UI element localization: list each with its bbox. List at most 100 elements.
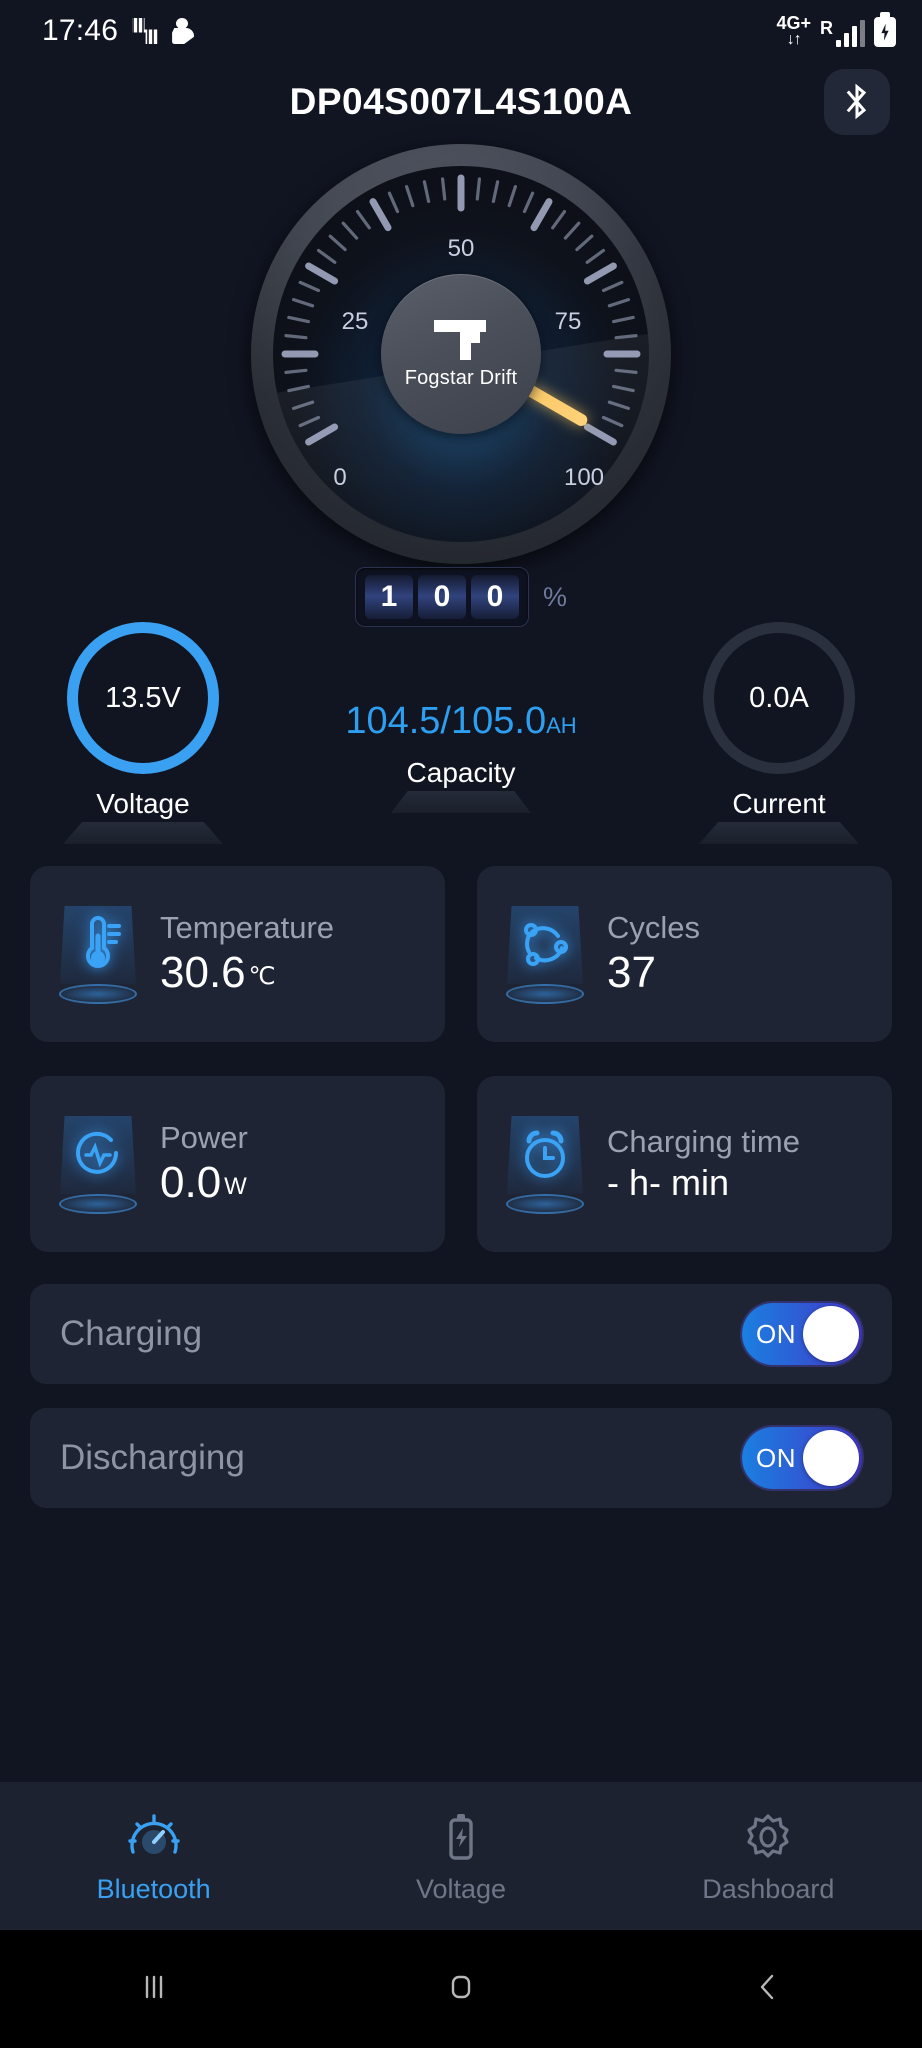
info-cards: Temperature 30.6 ℃ Cycles 37 Power 0.0 W…	[0, 866, 922, 1252]
app-notification-icon	[132, 18, 159, 44]
cycles-icon	[493, 898, 597, 1010]
charging-toggle-knob	[803, 1306, 859, 1362]
gauge-label-75: 75	[554, 308, 582, 335]
switch-list: Charging ON Discharging ON	[0, 1284, 922, 1508]
voltage-ring: 13.5V	[67, 622, 219, 774]
discharging-toggle-state: ON	[756, 1442, 796, 1473]
charging-toggle-state: ON	[756, 1318, 796, 1349]
back-button[interactable]	[615, 1964, 922, 2015]
discharging-toggle-knob	[803, 1430, 859, 1486]
card-title-cycles: Cycles	[607, 910, 701, 945]
charging-row[interactable]: Charging ON	[30, 1284, 892, 1384]
power-value: 0.0	[160, 1158, 222, 1207]
network-type-label: 4G+	[776, 12, 811, 33]
gauge-label-25: 25	[341, 308, 369, 335]
capacity-pedestal	[391, 791, 531, 813]
status-bar-clock: 17:46	[42, 14, 119, 47]
current-pedestal	[699, 822, 859, 844]
recents-button[interactable]	[0, 1964, 307, 2015]
app-screen: 17:46 4G+ ↓↑ R DP04S007L4S100A 0 25 50 7…	[0, 0, 922, 2048]
card-cycles[interactable]: Cycles 37	[477, 866, 892, 1042]
tab-dashboard[interactable]: Dashboard	[615, 1808, 922, 1905]
current-label: Current	[732, 788, 826, 819]
odometer-digit-3: 0	[470, 575, 519, 619]
alarm-clock-icon	[493, 1108, 597, 1220]
card-title-power: Power	[160, 1120, 248, 1155]
signal-bars-icon: R	[820, 18, 865, 48]
voltage-label: Voltage	[96, 788, 190, 819]
tab-label-dashboard: Dashboard	[702, 1873, 835, 1904]
current-ring: 0.0A	[703, 622, 855, 774]
capacity-unit: AH	[546, 713, 577, 738]
capacity-value: 104.5/105.0	[345, 700, 547, 742]
charging-time-value: - h- min	[607, 1162, 730, 1203]
gauge-hub: Fogstar Drift	[381, 274, 541, 434]
temperature-value: 30.6	[160, 948, 246, 997]
tab-voltage[interactable]: Voltage	[307, 1808, 614, 1905]
back-icon	[745, 1964, 791, 2015]
temperature-unit: ℃	[248, 963, 276, 990]
app-notification-icon-2	[172, 18, 194, 44]
gauge-brand-label: Fogstar Drift	[404, 367, 518, 389]
voltage-value: 13.5V	[105, 681, 181, 714]
status-bar-right: 4G+ ↓↑ R	[776, 12, 896, 48]
recents-icon	[131, 1964, 177, 2015]
fogstar-f-logo	[432, 318, 490, 362]
battery-gauge: 0 25 50 75 100 Fogstar Drift	[0, 142, 922, 564]
percentage-odometer: 1 0 0 %	[0, 558, 922, 636]
gauge-label-0: 0	[333, 464, 347, 491]
voltage-pedestal	[63, 822, 223, 844]
capacity-metric: 104.5/105.0AH Capacity	[345, 622, 577, 813]
charging-label: Charging	[60, 1314, 203, 1353]
percent-unit-label: %	[542, 581, 567, 612]
status-bar: 17:46 4G+ ↓↑ R	[0, 0, 922, 62]
gauge-icon	[125, 1808, 183, 1866]
charging-toggle[interactable]: ON	[742, 1303, 862, 1365]
card-charging-time[interactable]: Charging time - h- min	[477, 1076, 892, 1252]
bluetooth-button[interactable]	[824, 69, 890, 135]
tab-label-bluetooth: Bluetooth	[96, 1873, 211, 1904]
battery-bolt-icon	[432, 1808, 490, 1866]
cycles-value: 37	[607, 948, 656, 997]
tab-label-voltage: Voltage	[415, 1873, 507, 1904]
discharging-toggle[interactable]: ON	[742, 1427, 862, 1489]
card-value-charging-time: - h- min	[607, 1162, 800, 1204]
card-value-cycles: 37	[607, 948, 700, 998]
roaming-label: R	[820, 18, 833, 39]
card-value-temperature: 30.6 ℃	[160, 948, 334, 998]
card-title-temperature: Temperature	[160, 910, 335, 945]
odometer-digit-1: 1	[364, 575, 413, 619]
page-title: DP04S007L4S100A	[289, 81, 633, 122]
capacity-value-wrap: 104.5/105.0AH	[345, 700, 576, 743]
current-value: 0.0A	[749, 681, 809, 714]
discharging-label: Discharging	[60, 1438, 245, 1477]
thermometer-icon	[46, 898, 150, 1010]
card-title-charging-time: Charging time	[607, 1124, 800, 1159]
gauge-label-50: 50	[447, 235, 475, 262]
system-navigation-bar	[0, 1930, 922, 2048]
network-traffic-arrows: ↓↑	[786, 30, 802, 48]
card-temperature[interactable]: Temperature 30.6 ℃	[30, 866, 445, 1042]
bluetooth-icon	[843, 83, 871, 121]
power-pulse-icon	[46, 1108, 150, 1220]
home-button[interactable]	[307, 1964, 614, 2015]
power-unit: W	[224, 1173, 247, 1200]
current-metric: 0.0A Current	[664, 622, 894, 844]
status-bar-left: 17:46	[42, 14, 194, 48]
card-value-power: 0.0 W	[160, 1158, 248, 1208]
odometer-digit-2: 0	[417, 575, 466, 619]
gear-icon	[739, 1808, 797, 1866]
card-power[interactable]: Power 0.0 W	[30, 1076, 445, 1252]
tab-bluetooth[interactable]: Bluetooth	[0, 1808, 307, 1905]
voltage-metric: 13.5V Voltage	[28, 622, 258, 844]
battery-charging-icon	[874, 17, 896, 48]
bottom-navigation: Bluetooth Voltage Dashboard	[0, 1782, 922, 1930]
home-icon	[438, 1964, 484, 2015]
discharging-row[interactable]: Discharging ON	[30, 1408, 892, 1508]
app-header: DP04S007L4S100A	[0, 62, 922, 142]
network-type-indicator: 4G+ ↓↑	[776, 12, 811, 48]
metrics-row: 13.5V Voltage 104.5/105.0AH Capacity 0.0…	[0, 622, 922, 844]
gauge-label-100: 100	[563, 464, 605, 491]
capacity-label: Capacity	[406, 757, 516, 788]
